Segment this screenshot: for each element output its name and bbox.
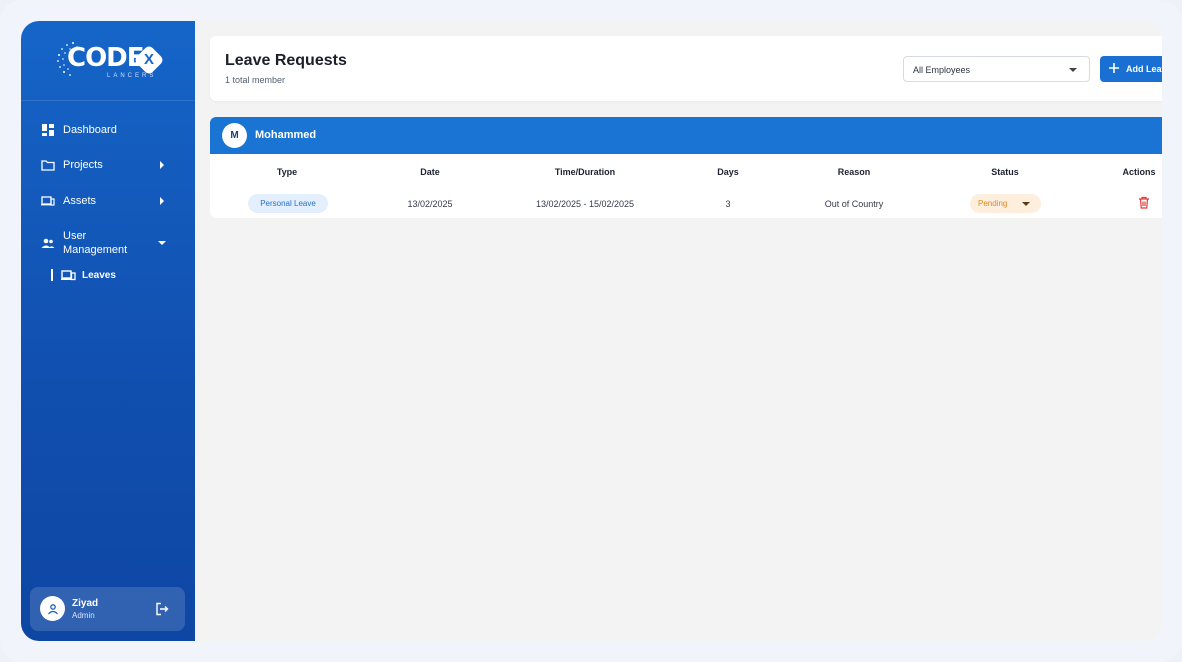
- chevron-down-icon: [158, 241, 166, 245]
- sidebar-item-label: User Management: [63, 230, 128, 256]
- users-icon: [41, 236, 55, 250]
- window-frame: CODE X LANCERS Dashboard Projects Assets…: [0, 0, 1182, 662]
- active-indicator: [51, 269, 53, 281]
- column-header-date: Date: [420, 167, 440, 177]
- plus-icon: [1109, 63, 1119, 73]
- sidebar-subitem-leaves[interactable]: Leaves: [51, 267, 116, 283]
- codex-lancers-logo[interactable]: CODE X LANCERS: [55, 39, 165, 83]
- employee-filter-select[interactable]: All Employees: [903, 56, 1090, 82]
- sidebar-subitem-label: Leaves: [82, 269, 116, 281]
- user-name: Ziyad: [72, 598, 99, 609]
- add-leave-button[interactable]: Add Leave: [1100, 56, 1162, 82]
- sidebar-item-user-management[interactable]: User Management: [21, 225, 195, 261]
- leave-date: 13/02/2025: [407, 199, 453, 209]
- sidebar: CODE X LANCERS Dashboard Projects Assets…: [21, 21, 195, 641]
- column-header-duration: Time/Duration: [554, 167, 616, 177]
- caret-down-icon: [1069, 68, 1077, 72]
- leave-days: 3: [725, 199, 731, 209]
- status-label: Pending: [978, 199, 1008, 208]
- page-header: Leave Requests 1 total member All Employ…: [210, 36, 1162, 101]
- logo-area: CODE X LANCERS: [21, 21, 195, 101]
- column-header-days: Days: [717, 167, 739, 177]
- leave-reason: Out of Country: [824, 199, 884, 209]
- sidebar-item-label: Projects: [63, 159, 103, 171]
- user-role: Admin: [72, 611, 95, 620]
- devices-icon: [41, 194, 55, 208]
- employee-leave-group: M Mohammed Type Date Time/Duration Days …: [210, 117, 1162, 218]
- user-icon: [47, 603, 58, 614]
- sidebar-item-label: Dashboard: [63, 124, 117, 136]
- leave-duration: 13/02/2025 - 15/02/2025: [535, 199, 635, 209]
- column-header-reason: Reason: [837, 167, 871, 177]
- column-header-actions: Actions: [1122, 167, 1156, 177]
- leave-type-badge: Personal Leave: [248, 194, 328, 213]
- folder-icon: [41, 158, 55, 172]
- employee-name: Mohammed: [255, 129, 317, 141]
- sidebar-item-projects[interactable]: Projects: [21, 150, 195, 180]
- select-value: All Employees: [913, 65, 971, 75]
- app-container: CODE X LANCERS Dashboard Projects Assets…: [21, 21, 1162, 641]
- sidebar-item-label: Assets: [63, 195, 97, 207]
- delete-icon[interactable]: [1138, 196, 1150, 209]
- employee-avatar: M: [222, 123, 247, 148]
- logo-subtitle: LANCERS: [107, 73, 157, 79]
- devices-icon: [61, 269, 76, 280]
- group-header[interactable]: M Mohammed: [210, 117, 1162, 154]
- page-title: Leave Requests: [225, 52, 347, 69]
- chevron-right-icon: [160, 197, 164, 205]
- column-header-type: Type: [276, 167, 298, 177]
- logo-x-badge: X: [133, 44, 165, 76]
- column-header-status: Status: [991, 167, 1019, 177]
- chevron-right-icon: [160, 161, 164, 169]
- sidebar-item-assets[interactable]: Assets: [21, 186, 195, 216]
- caret-down-icon: [1022, 202, 1030, 206]
- dashboard-icon: [41, 123, 55, 137]
- sidebar-item-dashboard[interactable]: Dashboard: [21, 115, 195, 145]
- logo-text: CODE: [67, 43, 145, 73]
- logout-icon[interactable]: [155, 602, 169, 616]
- avatar: [40, 596, 65, 621]
- add-leave-label: Add Leave: [1126, 64, 1162, 74]
- page-subtitle: 1 total member: [225, 75, 286, 85]
- user-card[interactable]: Ziyad Admin: [30, 587, 185, 631]
- status-dropdown[interactable]: Pending: [970, 194, 1041, 213]
